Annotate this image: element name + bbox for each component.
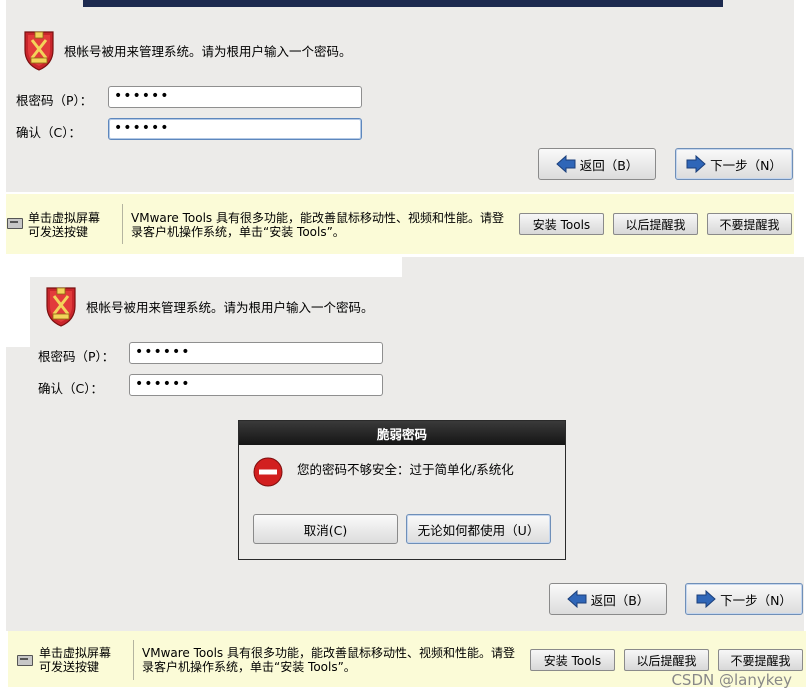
system-message: 根帐号被用来管理系统。请为根用户输入一个密码。 <box>64 44 352 59</box>
next-button-label-2: 下一步（N） <box>720 592 792 608</box>
root-password-label: 根密码（P）： <box>16 93 93 108</box>
shield-icon-2 <box>44 284 78 328</box>
vmware-hint-line-2: 可发送按键 <box>28 225 89 239</box>
back-button-label-2: 返回（B） <box>590 592 650 608</box>
never-remind-button[interactable]: 不要提醒我 <box>707 213 792 235</box>
vmware-hint-line-1-b: 单击虚拟屏幕 <box>39 646 112 660</box>
never-remind-button-2[interactable]: 不要提醒我 <box>718 649 803 671</box>
remind-later-button-2[interactable]: 以后提醒我 <box>624 649 709 671</box>
arrow-left-icon-2 <box>567 590 587 608</box>
arrow-left-icon <box>556 155 576 173</box>
back-button-2[interactable]: 返回（B） <box>549 583 667 615</box>
confirm-password-label-2: 确认（C）： <box>38 381 103 396</box>
vmware-text-line-1-b: VMware Tools 具有很多功能，能改善鼠标移动性、视频和性能。请登 <box>142 646 515 660</box>
dialog-title: 脆弱密码 <box>239 421 565 445</box>
root-password-label-2: 根密码（P）： <box>38 349 115 364</box>
next-button[interactable]: 下一步（N） <box>675 148 793 180</box>
system-message-2: 根帐号被用来管理系统。请为根用户输入一个密码。 <box>86 300 374 315</box>
shield-icon <box>22 28 56 72</box>
vmware-hint-line-2-b: 可发送按键 <box>39 660 100 674</box>
keyboard-icon-2 <box>17 655 33 666</box>
keyboard-icon <box>7 218 23 229</box>
back-button[interactable]: 返回（B） <box>538 148 656 180</box>
next-button-label: 下一步（N） <box>710 157 782 173</box>
back-button-label: 返回（B） <box>579 157 639 173</box>
next-button-2[interactable]: 下一步（N） <box>685 583 803 615</box>
root-password-field[interactable]: •••••• <box>108 86 362 108</box>
vmware-text-line-2-b: 录客户机操作系统，单击“安装 Tools”。 <box>142 660 356 674</box>
cancel-button[interactable]: 取消(C) <box>253 514 398 544</box>
confirm-password-field-2[interactable]: •••••• <box>129 374 383 396</box>
snip-white-area <box>6 257 402 277</box>
confirm-password-label: 确认（C）： <box>16 125 81 140</box>
vmware-text-line-1: VMware Tools 具有很多功能，能改善鼠标移动性、视频和性能。请登 <box>131 211 504 225</box>
snip-white-area-left <box>6 257 30 347</box>
remind-later-button[interactable]: 以后提醒我 <box>613 213 698 235</box>
vmware-bar-divider-2 <box>133 640 134 680</box>
install-tools-button-2[interactable]: 安装 Tools <box>530 649 615 671</box>
confirm-password-field[interactable]: •••••• <box>108 118 362 140</box>
arrow-right-icon-2 <box>696 590 716 608</box>
watermark: CSDN @lanykey <box>671 671 792 689</box>
installer-title-bar <box>83 0 723 7</box>
arrow-right-icon <box>686 155 706 173</box>
vmware-hint-line-1: 单击虚拟屏幕 <box>28 211 101 225</box>
dialog-message: 您的密码不够安全：过于简单化/系统化 <box>297 462 514 477</box>
install-tools-button[interactable]: 安装 Tools <box>519 213 604 235</box>
vmware-bar-divider <box>122 204 123 244</box>
root-password-field-2[interactable]: •••••• <box>129 342 383 364</box>
vmware-text-line-2: 录客户机操作系统，单击“安装 Tools”。 <box>131 225 345 239</box>
weak-password-dialog: 脆弱密码 您的密码不够安全：过于简单化/系统化 取消(C) 无论如何都使用（U） <box>238 420 566 560</box>
use-anyway-button[interactable]: 无论如何都使用（U） <box>406 514 551 544</box>
error-icon <box>253 457 283 487</box>
